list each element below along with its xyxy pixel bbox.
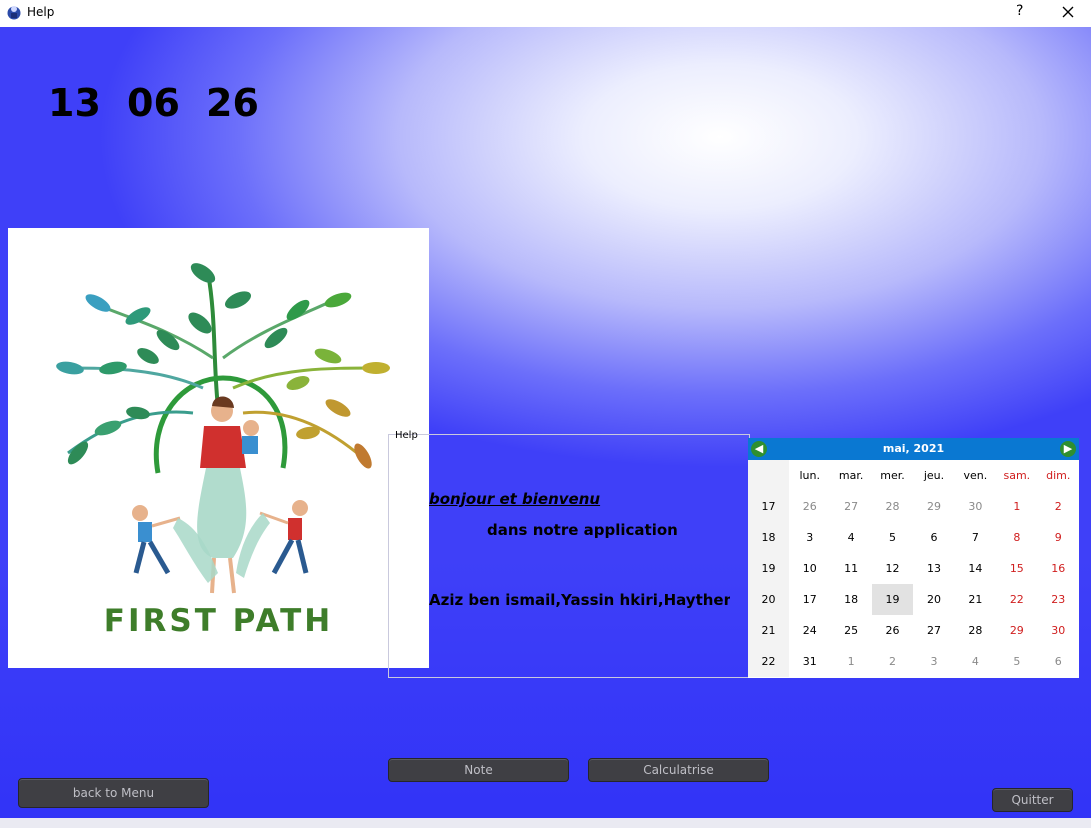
calendar-week-row: 20 17 18 19 20 21 22 23	[748, 584, 1079, 615]
calendar-day[interactable]: 4	[955, 646, 996, 677]
calendar-widget[interactable]: ◀ mai, 2021 ▶ lun. mar. mer. jeu. ven. sam. di…	[748, 438, 1079, 678]
calendar-day[interactable]: 31	[789, 646, 830, 677]
calculatrise-button[interactable]: Calculatrise	[588, 758, 769, 782]
calendar-day[interactable]: 12	[872, 553, 913, 584]
calendar-day[interactable]: 28	[955, 615, 996, 646]
calendar-day[interactable]: 29	[996, 615, 1037, 646]
groupbox-title: Help	[395, 430, 418, 441]
calendar-day[interactable]: 26	[872, 615, 913, 646]
calendar-day[interactable]: 4	[830, 522, 871, 553]
calendar-day[interactable]: 2	[872, 646, 913, 677]
calendar-day[interactable]: 17	[789, 584, 830, 615]
calendar-day[interactable]: 30	[955, 491, 996, 522]
calendar-day[interactable]: 16	[1038, 553, 1079, 584]
calendar-day[interactable]: 30	[1038, 615, 1079, 646]
week-number: 18	[748, 522, 789, 553]
calendar-day[interactable]: 13	[913, 553, 954, 584]
calendar-day[interactable]: 24	[789, 615, 830, 646]
week-number-corner	[748, 460, 789, 491]
calendar-day[interactable]: 29	[913, 491, 954, 522]
calendar-day[interactable]: 22	[996, 584, 1037, 615]
calendar-grid: lun. mar. mer. jeu. ven. sam. dim. 17 26 27 28 29 30…	[748, 460, 1079, 677]
day-header: sam.	[1003, 469, 1031, 482]
calendar-day[interactable]: 28	[872, 491, 913, 522]
application-text: dans notre application	[487, 521, 678, 539]
day-header: mar.	[838, 469, 864, 482]
calendar-day[interactable]: 26	[789, 491, 830, 522]
calendar-day[interactable]: 8	[996, 522, 1037, 553]
bottom-border	[0, 818, 1091, 828]
calendar-day[interactable]: 5	[996, 646, 1037, 677]
calendar-week-row: 21 24 25 26 27 28 29 30	[748, 615, 1079, 646]
calendar-day[interactable]: 25	[830, 615, 871, 646]
quit-button[interactable]: Quitter	[992, 788, 1073, 812]
clock-hours: 13	[48, 81, 101, 125]
clock-seconds: 26	[206, 81, 259, 125]
day-header: jeu.	[923, 469, 945, 482]
calendar-day[interactable]: 20	[913, 584, 954, 615]
help-icon[interactable]: ?	[1016, 3, 1023, 19]
title-bar: Help ?	[0, 0, 1091, 27]
authors-text: Aziz ben ismail,Yassin hkiri,Haythem	[429, 591, 730, 609]
calendar-week-row: 17 26 27 28 29 30 1 2	[748, 491, 1079, 522]
week-number: 19	[748, 553, 789, 584]
calendar-day[interactable]: 7	[955, 522, 996, 553]
calendar-day[interactable]: 9	[1038, 522, 1079, 553]
app-icon	[7, 6, 21, 20]
day-header: mer.	[880, 469, 905, 482]
week-number: 21	[748, 615, 789, 646]
window-title: Help	[27, 5, 55, 19]
calendar-navigation-bar: ◀ mai, 2021 ▶	[748, 438, 1079, 460]
calendar-day[interactable]: 27	[830, 491, 871, 522]
calendar-week-row: 22 31 1 2 3 4 5 6	[748, 646, 1079, 677]
calendar-day[interactable]: 18	[830, 584, 871, 615]
calendar-day[interactable]: 6	[1038, 646, 1079, 677]
week-number: 22	[748, 646, 789, 677]
week-number: 20	[748, 584, 789, 615]
back-to-menu-button[interactable]: back to Menu	[18, 778, 209, 808]
calendar-day[interactable]: 1	[830, 646, 871, 677]
tree-logo-graphic	[56, 263, 390, 594]
day-header: lun.	[799, 469, 820, 482]
week-number: 17	[748, 491, 789, 522]
calendar-day[interactable]: 27	[913, 615, 954, 646]
arrow-right-icon[interactable]: ▶	[1060, 441, 1076, 457]
calendar-month-label[interactable]: mai, 2021	[748, 442, 1079, 455]
calendar-day[interactable]: 21	[955, 584, 996, 615]
welcome-text: bonjour et bienvenu	[429, 490, 601, 508]
calendar-week-row: 19 10 11 12 13 14 15 16	[748, 553, 1079, 584]
help-groupbox: Help bonjour et bienvenu dans notre appl…	[388, 430, 750, 678]
calendar-day[interactable]: 11	[830, 553, 871, 584]
calendar-day[interactable]: 6	[913, 522, 954, 553]
main-panel: 13 06 26 FIRST PATH Help bonjour et bien…	[0, 27, 1091, 818]
calendar-week-row: 18 3 4 5 6 7 8 9	[748, 522, 1079, 553]
calendar-day[interactable]: 19	[871, 584, 914, 615]
clock-minutes: 06	[127, 81, 180, 125]
logo-caption: FIRST PATH	[103, 603, 334, 639]
calendar-header-row: lun. mar. mer. jeu. ven. sam. dim.	[748, 460, 1079, 491]
calendar-day[interactable]: 1	[996, 491, 1037, 522]
note-button[interactable]: Note	[388, 758, 569, 782]
calendar-day[interactable]: 3	[789, 522, 830, 553]
day-header: ven.	[963, 469, 988, 482]
close-icon[interactable]	[1058, 2, 1078, 22]
calendar-day[interactable]: 2	[1038, 491, 1079, 522]
calendar-day[interactable]: 5	[872, 522, 913, 553]
calendar-day[interactable]: 14	[955, 553, 996, 584]
calendar-day[interactable]: 23	[1038, 584, 1079, 615]
day-header: dim.	[1046, 469, 1071, 482]
calendar-day[interactable]: 3	[913, 646, 954, 677]
calendar-day[interactable]: 10	[789, 553, 830, 584]
calendar-day[interactable]: 15	[996, 553, 1037, 584]
logo-image: FIRST PATH	[8, 228, 429, 668]
